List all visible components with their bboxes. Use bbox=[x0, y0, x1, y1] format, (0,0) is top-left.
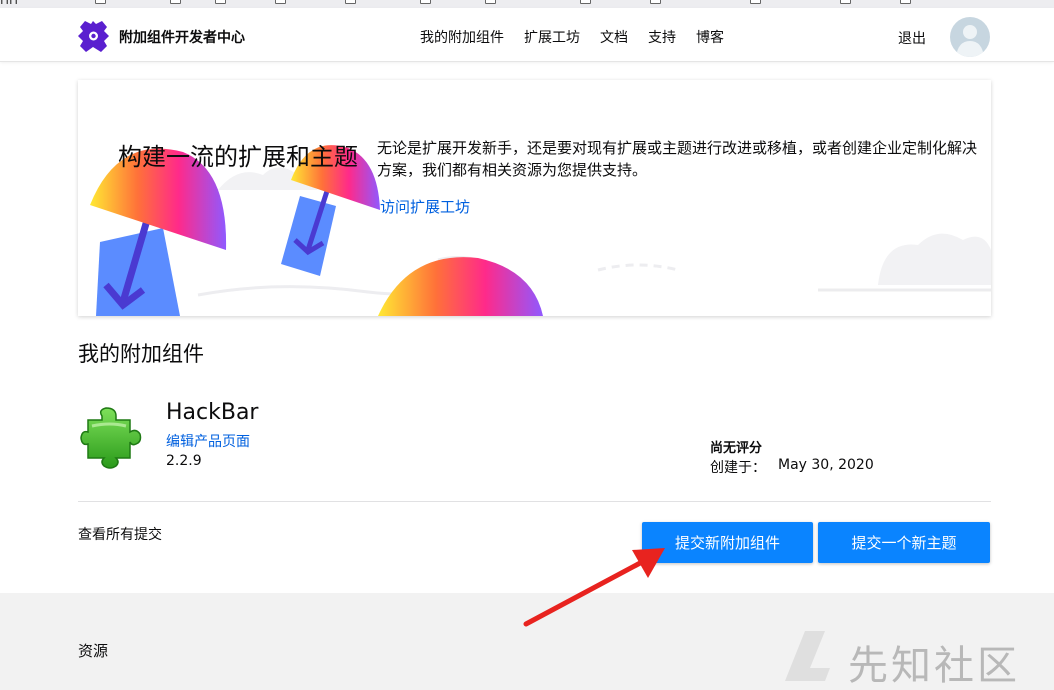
site-header: 附加组件开发者中心 我的附加组件 扩展工坊 文档 支持 博客 退出 bbox=[0, 8, 1054, 62]
nav-support[interactable]: 支持 bbox=[648, 27, 676, 47]
extension-workshop-link[interactable]: 访问扩展工坊 bbox=[380, 196, 470, 217]
hero-title: 构建一流的扩展和主题 bbox=[118, 143, 358, 171]
nav-extension-workshop[interactable]: 扩展工坊 bbox=[524, 27, 580, 47]
addon-version: 2.2.9 bbox=[166, 453, 202, 469]
hero-illustration bbox=[90, 145, 991, 316]
watermark-text: 先知社区 bbox=[848, 643, 1020, 689]
edit-product-page-link[interactable]: 编辑产品页面 bbox=[166, 431, 250, 451]
puzzle-logo-icon[interactable] bbox=[77, 20, 110, 53]
addon-rating: 尚无评分 bbox=[710, 441, 763, 456]
created-date: May 30, 2020 bbox=[778, 457, 874, 473]
view-all-submissions-link[interactable]: 查看所有提交 bbox=[78, 524, 162, 544]
nav-my-addons[interactable]: 我的附加组件 bbox=[420, 27, 504, 47]
main-nav: 我的附加组件 扩展工坊 文档 支持 博客 bbox=[420, 27, 724, 47]
nav-blog[interactable]: 博客 bbox=[696, 27, 724, 47]
divider bbox=[78, 501, 991, 502]
avatar[interactable] bbox=[950, 17, 990, 57]
resources-heading: 资源 bbox=[78, 642, 109, 660]
red-annotation-arrow-icon bbox=[523, 548, 665, 627]
bookmarks-bar: ПП bbox=[0, 0, 1054, 8]
my-addons-title: 我的附加组件 bbox=[78, 342, 204, 366]
nav-docs[interactable]: 文档 bbox=[600, 27, 628, 47]
submit-new-theme-button[interactable]: 提交一个新主题 bbox=[818, 522, 990, 563]
hero-banner: 构建一流的扩展和主题 无论是扩展开发新手，还是要对现有扩展或主题进行改进或移植，… bbox=[78, 80, 991, 316]
puzzle-piece-icon bbox=[80, 407, 142, 469]
created-label: 创建于： bbox=[710, 460, 766, 476]
site-title[interactable]: 附加组件开发者中心 bbox=[119, 27, 245, 47]
hero-description: 无论是扩展开发新手，还是要对现有扩展或主题进行改进或移植，或者创建企业定制化解决… bbox=[377, 139, 978, 179]
addon-name[interactable]: HackBar bbox=[166, 400, 258, 425]
user-avatar-icon bbox=[956, 25, 984, 57]
logout-link[interactable]: 退出 bbox=[898, 28, 926, 48]
